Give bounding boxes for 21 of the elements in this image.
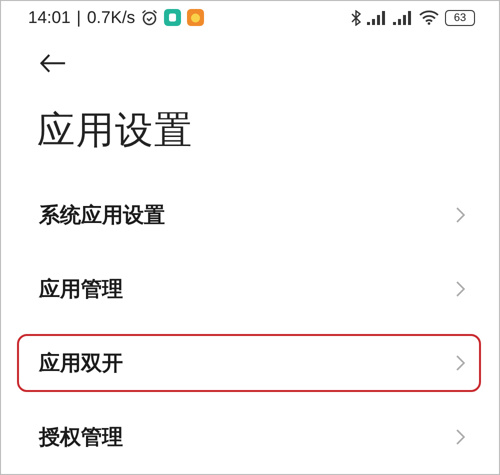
chevron-icon: [456, 281, 465, 297]
status-time: 14:01: [28, 8, 71, 28]
battery-level: 63: [445, 10, 475, 26]
app-notification-icon: [187, 9, 204, 26]
settings-item[interactable]: 系统应用设置: [1, 178, 499, 252]
wifi-icon: [419, 10, 439, 26]
network-speed: 0.7K/s: [86, 8, 136, 28]
app-notification-icon: [164, 9, 182, 26]
chevron-icon: [456, 429, 465, 445]
signal-icon: [393, 10, 413, 25]
alarm-clock-icon: [141, 9, 158, 26]
status-separator: |: [76, 8, 81, 28]
signal-icon: [367, 10, 387, 25]
settings-item[interactable]: 应用双开: [1, 326, 499, 400]
settings-item[interactable]: 授权管理: [1, 400, 499, 474]
settings-item[interactable]: 应用管理: [1, 252, 499, 326]
back-arrow-icon[interactable]: [39, 54, 67, 73]
bluetooth-icon: [351, 10, 361, 26]
chevron-icon: [456, 207, 465, 223]
page-title: 应用设置: [37, 107, 194, 154]
chevron-icon: [456, 355, 465, 371]
